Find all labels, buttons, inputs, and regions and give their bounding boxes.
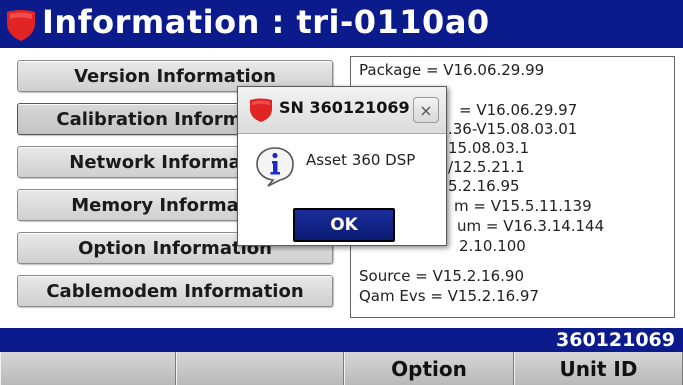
cablemodem-information-button[interactable]: Cablemodem Information [17,275,333,307]
dialog-title-bar: SN 360121069 × [238,87,446,134]
info-line: /12.5.21.1 [448,158,525,176]
info-line: = V16.06.29.97 [459,101,578,119]
dialog-title: SN 360121069 [279,98,410,117]
info-line: 5.2.16.95 [448,177,520,195]
shield-icon [250,98,272,122]
ok-button[interactable]: OK [293,208,395,242]
softkey-2[interactable] [176,352,344,385]
serial-number: 360121069 [556,329,675,351]
info-line: .36-V15.08.03.01 [448,120,578,138]
option-softkey[interactable]: Option [344,352,514,385]
page-title: Information : tri-0110a0 [42,3,490,41]
softkey-bar: Option Unit ID [0,352,683,385]
info-icon [256,147,294,187]
softkey-1[interactable] [0,352,176,385]
asset-dialog: SN 360121069 × Asset 360 DSP OK [237,86,447,246]
status-bar: 360121069 [0,328,683,352]
info-line: Package = V16.06.29.99 [359,61,545,79]
info-line: 2.10.100 [459,237,526,255]
dialog-message: Asset 360 DSP [306,151,416,169]
unit-id-softkey[interactable]: Unit ID [514,352,683,385]
info-line: Qam Evs = V15.2.16.97 [359,287,540,305]
title-bar: Information : tri-0110a0 [0,0,683,48]
info-line: Source = V15.2.16.90 [359,267,524,285]
info-line: um = V16.3.14.144 [457,217,605,235]
shield-icon [7,10,35,41]
close-icon[interactable]: × [413,97,439,123]
info-line: m = V15.5.11.139 [454,197,592,215]
info-line: 15.08.03.1 [448,139,530,157]
